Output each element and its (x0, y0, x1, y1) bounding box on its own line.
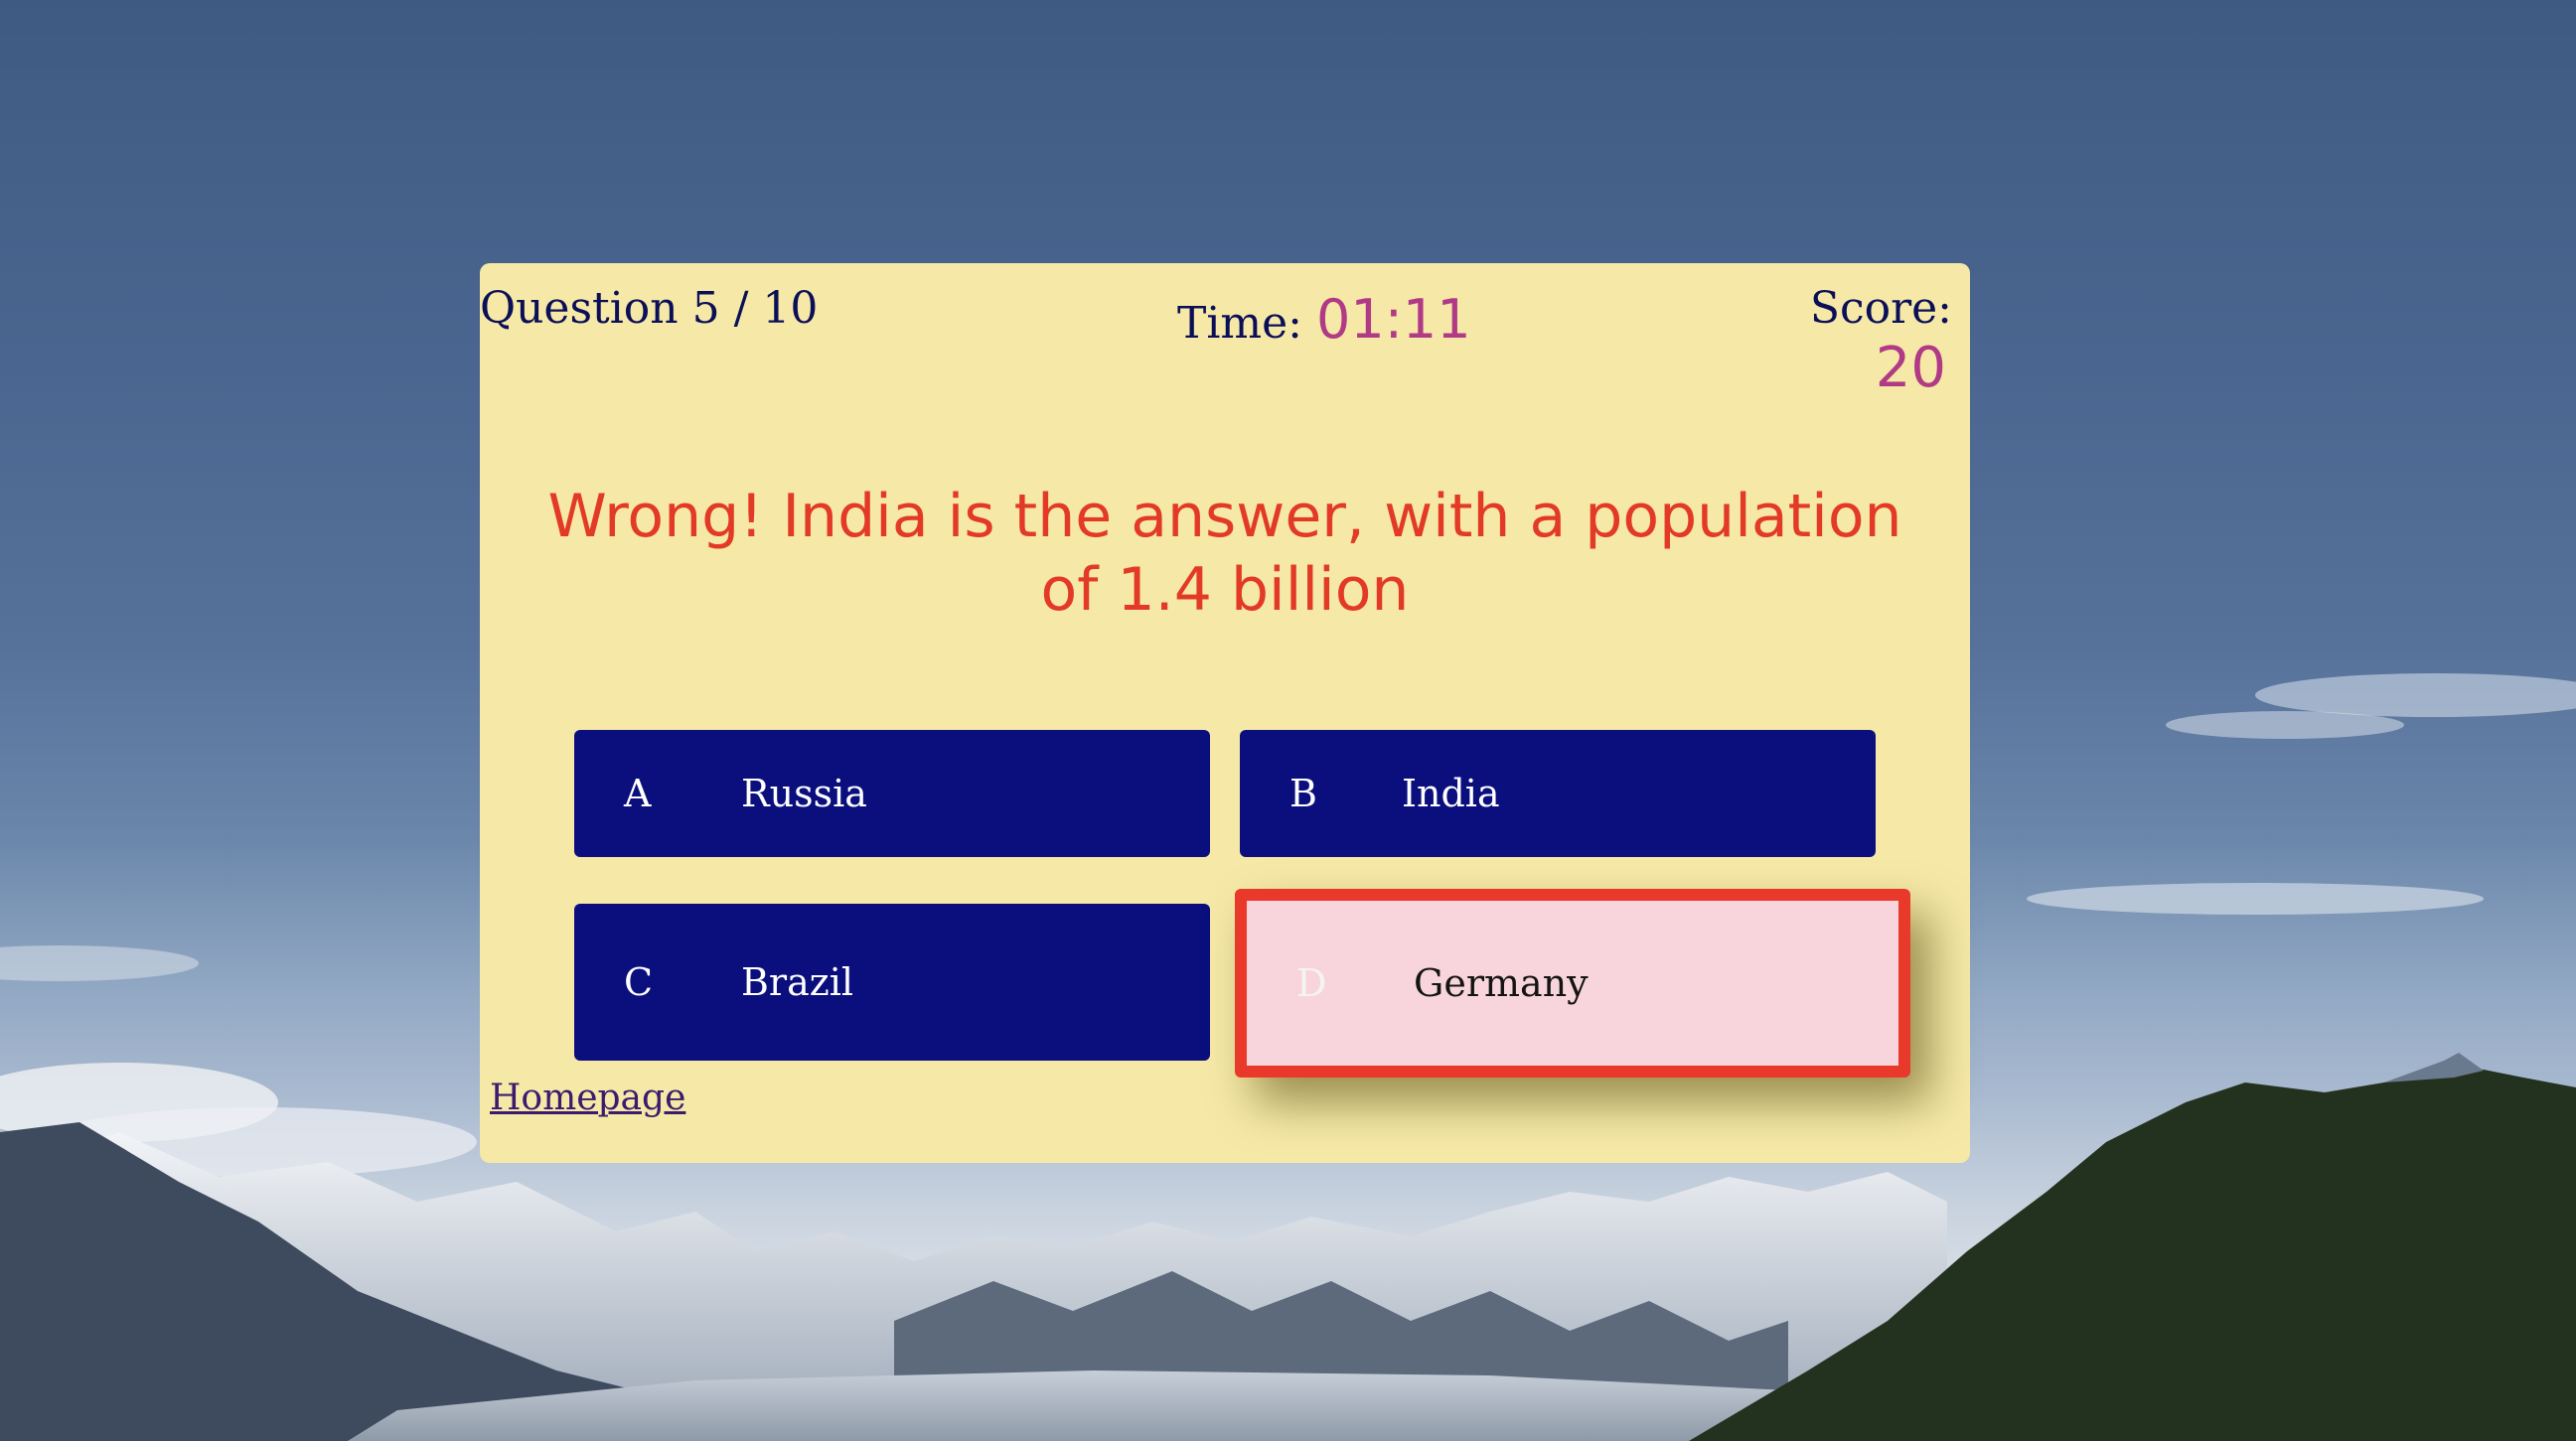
answer-options: A Russia B India C Brazil D Germany (574, 730, 1910, 1078)
answer-option-d-selected-wrong[interactable]: D Germany (1235, 889, 1910, 1078)
score-value: 20 (1875, 336, 1946, 400)
question-counter: Question 5 / 10 (480, 283, 819, 334)
answer-text: Russia (741, 772, 867, 815)
quiz-card: Question 5 / 10 Time: 01:11 Score: 20 Wr… (480, 263, 1970, 1163)
answer-option-c[interactable]: C Brazil (574, 904, 1210, 1061)
answer-option-b[interactable]: B India (1240, 730, 1876, 857)
answer-letter: D (1296, 961, 1327, 1005)
answer-text: Germany (1414, 961, 1589, 1005)
answer-text: India (1402, 772, 1500, 815)
answer-letter: A (624, 772, 652, 815)
answer-letter: B (1289, 772, 1317, 815)
time-label: Time: (1177, 298, 1316, 349)
answer-feedback-message: Wrong! India is the answer, with a popul… (547, 482, 1902, 625)
score-label: Score: (1809, 283, 1952, 334)
time-value: 01:11 (1316, 288, 1471, 351)
answer-option-a[interactable]: A Russia (574, 730, 1210, 857)
homepage-link[interactable]: Homepage (490, 1078, 685, 1118)
answer-text: Brazil (741, 960, 854, 1004)
timer: Time: 01:11 (1177, 288, 1471, 351)
answer-letter: C (624, 960, 654, 1004)
